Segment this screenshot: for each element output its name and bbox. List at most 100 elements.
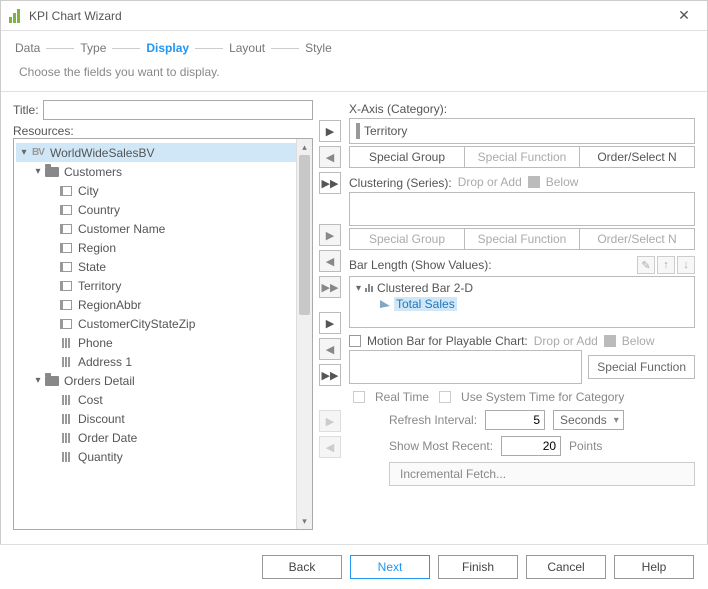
recent-input[interactable] — [501, 436, 561, 456]
add-button-4: ▶ — [319, 410, 341, 432]
scrollbar[interactable]: ▴ ▾ — [296, 139, 312, 529]
resources-tree[interactable]: ▾ BV WorldWideSalesBV ▾ Customers City C… — [13, 138, 313, 530]
tree-label: Customer Name — [78, 222, 165, 236]
add-button-3[interactable]: ▶ — [319, 312, 341, 334]
move-up-icon[interactable]: ↑ — [657, 256, 675, 274]
values-dropzone[interactable]: ▾ Clustered Bar 2-D Total Sales — [349, 276, 695, 328]
order-select-button-2: Order/Select N — [579, 228, 695, 250]
titlebar: KPI Chart Wizard ✕ — [1, 1, 707, 31]
tree-field[interactable]: Phone — [16, 333, 310, 352]
back-button[interactable]: Back — [262, 555, 342, 579]
bv-icon: BV — [30, 146, 46, 160]
refresh-label: Refresh Interval: — [389, 413, 477, 427]
incremental-fetch-button[interactable]: Incremental Fetch... — [389, 462, 695, 486]
add-button-2[interactable]: ▶ — [319, 224, 341, 246]
step-data[interactable]: Data — [15, 41, 40, 55]
tree-label: Cost — [78, 393, 103, 407]
column-icon — [62, 338, 70, 348]
tree-label: Customers — [64, 165, 122, 179]
expand-icon[interactable]: ▾ — [32, 375, 44, 386]
divider — [1, 91, 707, 92]
help-button[interactable]: Help — [614, 555, 694, 579]
tree-field[interactable]: Address 1 — [16, 352, 310, 371]
refresh-input[interactable] — [485, 410, 545, 430]
special-function-button-3[interactable]: Special Function — [588, 355, 695, 379]
add-all-button-2[interactable]: ▶▶ — [319, 276, 341, 298]
xaxis-dropzone[interactable]: Territory — [349, 118, 695, 144]
tree-label: Orders Detail — [64, 374, 135, 388]
add-all-button-3[interactable]: ▶▶ — [319, 364, 341, 386]
tree-field[interactable]: CustomerCityStateZip — [16, 314, 310, 333]
motion-dropzone[interactable] — [349, 350, 582, 384]
cancel-button[interactable]: Cancel — [526, 555, 606, 579]
drop-hint-2: Drop or Add — [534, 334, 598, 348]
value-node[interactable]: Total Sales — [356, 297, 688, 311]
tree-label: Order Date — [78, 431, 137, 445]
scroll-up-icon[interactable]: ▴ — [297, 139, 312, 155]
field-icon — [60, 319, 72, 329]
tree-field[interactable]: Discount — [16, 409, 310, 428]
order-select-button[interactable]: Order/Select N — [579, 146, 695, 168]
tree-field[interactable]: Region — [16, 238, 310, 257]
clustering-dropzone[interactable] — [349, 192, 695, 226]
add-all-button[interactable]: ▶▶ — [319, 172, 341, 194]
special-group-button[interactable]: Special Group — [349, 146, 465, 168]
field-icon — [60, 281, 72, 291]
tree-field[interactable]: Customer Name — [16, 219, 310, 238]
tree-field[interactable]: RegionAbbr — [16, 295, 310, 314]
tree-field[interactable]: Cost — [16, 390, 310, 409]
expand-icon[interactable]: ▾ — [32, 166, 44, 177]
step-style[interactable]: Style — [305, 41, 332, 55]
close-icon[interactable]: ✕ — [669, 7, 699, 24]
tree-label: Region — [78, 241, 116, 255]
motion-checkbox[interactable] — [349, 335, 361, 347]
tree-label: Phone — [78, 336, 113, 350]
field-icon — [60, 224, 72, 234]
recent-unit: Points — [569, 439, 602, 453]
remove-button-3[interactable]: ◀ — [319, 338, 341, 360]
chart-type-node[interactable]: ▾ Clustered Bar 2-D — [356, 281, 688, 295]
scroll-down-icon[interactable]: ▾ — [297, 513, 312, 529]
column-icon — [62, 452, 70, 462]
folder-icon — [45, 376, 59, 386]
step-display[interactable]: Display — [146, 41, 189, 55]
expand-icon[interactable]: ▾ — [18, 147, 30, 158]
tree-field[interactable]: State — [16, 257, 310, 276]
tree-field[interactable]: Territory — [16, 276, 310, 295]
wedge-icon — [380, 300, 390, 308]
title-label: Title: — [13, 103, 39, 117]
tree-label: Discount — [78, 412, 125, 426]
systemtime-checkbox[interactable] — [439, 391, 451, 403]
xaxis-value: Territory — [364, 124, 407, 138]
tree-folder-customers[interactable]: ▾ Customers — [16, 162, 310, 181]
refresh-unit-select[interactable]: Seconds — [553, 410, 624, 430]
move-down-icon[interactable]: ↓ — [677, 256, 695, 274]
step-type[interactable]: Type — [80, 41, 106, 55]
tree-folder-orders[interactable]: ▾ Orders Detail — [16, 371, 310, 390]
remove-button[interactable]: ◀ — [319, 146, 341, 168]
tree-field[interactable]: City — [16, 181, 310, 200]
motion-label: Motion Bar for Playable Chart: — [367, 334, 528, 348]
column-icon — [62, 395, 70, 405]
next-button[interactable]: Next — [350, 555, 430, 579]
tree-root-label: WorldWideSalesBV — [50, 146, 154, 160]
add-button[interactable]: ▶ — [319, 120, 341, 142]
expand-icon[interactable]: ▾ — [356, 283, 361, 294]
title-input[interactable] — [43, 100, 313, 120]
systemtime-label: Use System Time for Category — [461, 390, 624, 404]
realtime-checkbox[interactable] — [353, 391, 365, 403]
tree-label: Country — [78, 203, 120, 217]
tree-field[interactable]: Quantity — [16, 447, 310, 466]
footer: Back Next Finish Cancel Help — [0, 544, 708, 589]
tree-field[interactable]: Country — [16, 200, 310, 219]
step-layout[interactable]: Layout — [229, 41, 265, 55]
wizard-steps: Data Type Display Layout Style — [1, 31, 707, 61]
scroll-thumb[interactable] — [299, 155, 310, 315]
edit-icon[interactable]: ✎ — [637, 256, 655, 274]
tree-root[interactable]: ▾ BV WorldWideSalesBV — [16, 143, 310, 162]
below-hint: Below — [546, 175, 579, 189]
finish-button[interactable]: Finish — [438, 555, 518, 579]
folder-icon — [45, 167, 59, 177]
remove-button-2[interactable]: ◀ — [319, 250, 341, 272]
tree-field[interactable]: Order Date — [16, 428, 310, 447]
